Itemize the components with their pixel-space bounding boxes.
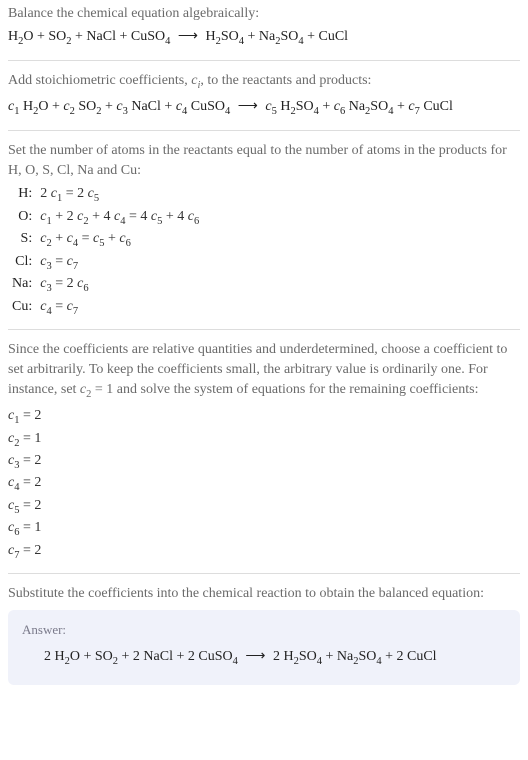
intro-part-b: , to the reactants and products: [200, 73, 371, 88]
coef-equation: c1 H2O + c2 SO2 + c3 NaCl + c4 CuSO4 ⟶ c… [8, 96, 520, 121]
content: Balance the chemical equation algebraica… [0, 0, 528, 693]
balanced-equation: 2 H2O + SO2 + 2 NaCl + 2 CuSO4 ⟶ 2 H2SO4… [22, 646, 506, 671]
coef-val: 2 [34, 453, 41, 468]
arrow-icon: ⟶ [245, 646, 265, 668]
element-label: Cu: [8, 297, 36, 319]
coef-row: c5 = 2 [8, 496, 520, 518]
table-row: S: c2 + c4 = c5 + c6 [8, 229, 203, 251]
coef-row: c6 = 1 [8, 518, 520, 540]
table-row: H: 2 c1 = 2 c5 [8, 184, 203, 206]
intro-part-b: and solve the system of equations for th… [113, 382, 478, 397]
element-eq: c2 + c4 = c5 + c6 [36, 229, 203, 251]
coef-val: 2 [34, 408, 41, 423]
arrow-icon: ⟶ [178, 26, 198, 48]
table-row: Cl: c3 = c7 [8, 252, 203, 274]
element-eq: 2 c1 = 2 c5 [36, 184, 203, 206]
answer-box: Answer: 2 H2O + SO2 + 2 NaCl + 2 CuSO4 ⟶… [8, 610, 520, 685]
element-eq: c3 = 2 c6 [36, 274, 203, 296]
balance-table: H: 2 c1 = 2 c5 O: c1 + 2 c2 + 4 c4 = 4 c… [8, 184, 203, 319]
element-label: Cl: [8, 252, 36, 274]
element-label: O: [8, 207, 36, 229]
intro-text: Add stoichiometric coefficients, ci, to … [8, 71, 520, 93]
intro-part-a: Add stoichiometric coefficients, [8, 73, 191, 88]
intro-text: Since the coefficients are relative quan… [8, 340, 520, 402]
element-label: S: [8, 229, 36, 251]
unbalanced-equation: H2O + SO2 + NaCl + CuSO4 ⟶ H2SO4 + Na2SO… [8, 26, 520, 51]
element-label: H: [8, 184, 36, 206]
element-eq: c4 = c7 [36, 297, 203, 319]
coef-val: 1 [34, 520, 41, 535]
arrow-icon: ⟶ [238, 96, 258, 118]
element-eq: c3 = c7 [36, 252, 203, 274]
element-label: Na: [8, 274, 36, 296]
section-answer: Substitute the coefficients into the che… [8, 574, 520, 684]
intro-text: Substitute the coefficients into the che… [8, 584, 520, 604]
table-row: Cu: c4 = c7 [8, 297, 203, 319]
element-eq: c1 + 2 c2 + 4 c4 = 4 c5 + 4 c6 [36, 207, 203, 229]
section-add-coefs: Add stoichiometric coefficients, ci, to … [8, 61, 520, 131]
intro-text: Balance the chemical equation algebraica… [8, 4, 520, 24]
coef-list: c1 = 2 c2 = 1 c3 = 2 c4 = 2 c5 = 2 c6 = … [8, 406, 520, 563]
table-row: Na: c3 = 2 c6 [8, 274, 203, 296]
table-row: O: c1 + 2 c2 + 4 c4 = 4 c5 + 4 c6 [8, 207, 203, 229]
coef-row: c7 = 2 [8, 541, 520, 563]
coef-val: 1 [34, 431, 41, 446]
section-solve: Since the coefficients are relative quan… [8, 330, 520, 574]
coef-val: 2 [34, 498, 41, 513]
coef-row: c3 = 2 [8, 451, 520, 473]
coef-val: 2 [34, 543, 41, 558]
coef-row: c2 = 1 [8, 429, 520, 451]
answer-label: Answer: [22, 622, 506, 638]
section-balance-intro: Balance the chemical equation algebraica… [8, 4, 520, 61]
intro-text: Set the number of atoms in the reactants… [8, 141, 520, 180]
coef-row: c1 = 2 [8, 406, 520, 428]
section-atom-balance: Set the number of atoms in the reactants… [8, 131, 520, 330]
coef-row: c4 = 2 [8, 473, 520, 495]
coef-val: 2 [34, 475, 41, 490]
